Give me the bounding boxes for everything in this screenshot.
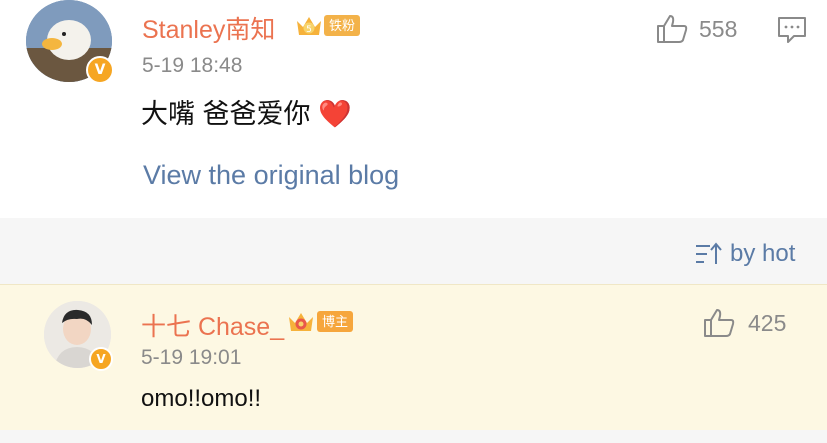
comment-text-body: 大嘴 爸爸爱你 <box>141 99 311 129</box>
comment-text: 大嘴 爸爸爱你 ❤️ <box>141 92 352 131</box>
username[interactable]: Stanley南知 <box>142 10 275 46</box>
comment-icon <box>778 17 806 43</box>
username[interactable]: 十七 Chase_ <box>141 307 284 343</box>
divider <box>0 430 827 443</box>
svg-text:5: 5 <box>306 25 312 35</box>
like-button[interactable]: 558 <box>655 14 737 44</box>
sort-icon <box>696 242 722 264</box>
thumbs-up-icon <box>704 309 735 337</box>
comment-time: 5-19 19:01 <box>141 346 242 369</box>
sort-label: by hot <box>730 240 796 267</box>
blogger-badge[interactable]: 博主 <box>287 309 354 333</box>
verified-icon: V <box>89 347 113 371</box>
sort-button[interactable]: by hot <box>694 240 795 268</box>
crown-icon <box>289 313 313 331</box>
fan-badge[interactable]: 5 铁粉 <box>295 13 361 37</box>
like-count: 425 <box>748 309 787 336</box>
heart-emoji: ❤️ <box>318 99 352 129</box>
verified-icon: V <box>86 56 114 84</box>
like-button[interactable]: 425 <box>702 308 786 338</box>
blogger-badge-label: 博主 <box>317 310 354 332</box>
comment-text: omo!!omo!! <box>141 385 262 412</box>
reply-comment-card <box>0 284 827 431</box>
like-count: 558 <box>699 15 738 42</box>
comment-button[interactable] <box>777 16 807 49</box>
view-original-blog-link[interactable]: View the original blog <box>143 160 399 191</box>
fan-badge-label: 铁粉 <box>324 14 361 36</box>
crown-icon: 5 <box>297 17 321 35</box>
thumbs-up-icon <box>657 15 688 43</box>
comment-time: 5-19 18:48 <box>142 54 243 77</box>
